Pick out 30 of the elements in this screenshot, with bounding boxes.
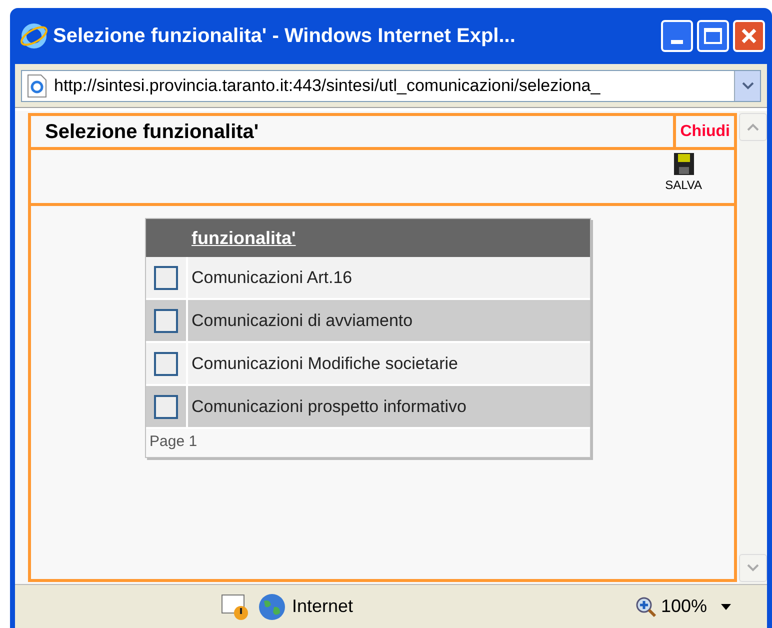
checkbox[interactable] (154, 352, 178, 376)
close-icon (740, 27, 758, 45)
table-cell-text: Comunicazioni di avviamento (190, 310, 414, 332)
zone-label: Internet (292, 595, 354, 618)
save-button[interactable]: SALVA (665, 150, 702, 203)
caret-icon (742, 82, 754, 90)
column-header[interactable]: funzionalita' (192, 224, 296, 252)
close-link[interactable]: Chiudi (673, 116, 734, 147)
dropdown-caret-icon[interactable] (721, 604, 731, 610)
table-cell-text: Comunicazioni prospetto informativo (190, 396, 468, 418)
page-icon (26, 74, 48, 98)
warning-icon (220, 592, 250, 622)
zoom-level: 100% (661, 595, 708, 618)
window-title: Selezione funzionalita' - Windows Internet Expl... (53, 24, 516, 49)
address-url: http://sintesi.provincia.taranto.it:443/sintesi/utl_comunicazioni/seleziona_ (54, 74, 602, 97)
minimize-button[interactable] (661, 20, 693, 52)
table-cell-text: Comunicazioni Art.16 (190, 266, 354, 289)
page-heading: Selezione funzionalita' (44, 120, 260, 144)
checkbox[interactable] (154, 266, 178, 290)
zoom-icon (635, 596, 657, 618)
checkbox[interactable] (154, 308, 178, 332)
maximize-button[interactable] (697, 20, 729, 52)
checkbox[interactable] (154, 394, 178, 418)
table-cell-text: Comunicazioni Modifiche societarie (190, 352, 459, 375)
address-field[interactable]: http://sintesi.provincia.taranto.it:443/sintesi/utl_comunicazioni/seleziona_ (21, 70, 761, 102)
pager-text: Page 1 (148, 432, 198, 452)
browser-logo-icon (19, 21, 49, 51)
address-dropdown-button[interactable] (734, 70, 760, 100)
globe-icon (258, 592, 286, 620)
close-button[interactable] (733, 20, 765, 52)
